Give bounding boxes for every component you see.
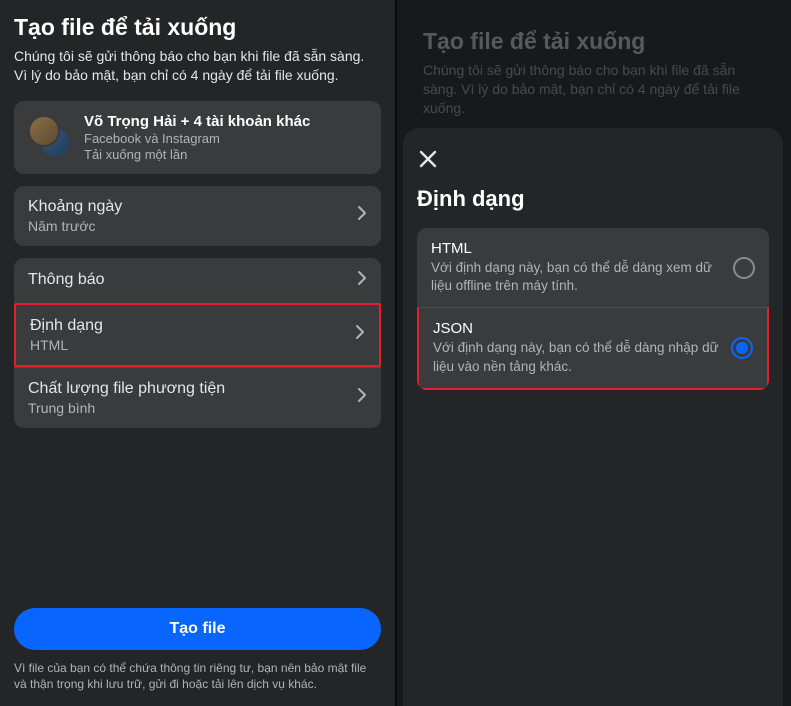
radio-unselected-icon[interactable] <box>733 257 755 279</box>
accounts-download-type: Tải xuống một lần <box>84 147 367 162</box>
bg-subtitle: Chúng tôi sẽ gửi thông báo cho bạn khi f… <box>423 61 763 118</box>
option-html-desc: Với định dạng này, bạn có thể dễ dàng xe… <box>431 259 721 295</box>
bottom-area: Tạo file Vì file của bạn có thể chứa thô… <box>14 608 381 692</box>
avatar-stack <box>28 115 72 159</box>
notification-label: Thông báo <box>28 271 347 289</box>
create-file-button[interactable]: Tạo file <box>14 608 381 650</box>
accounts-platforms: Facebook và Instagram <box>84 131 367 146</box>
format-option-html[interactable]: HTML Với định dạng này, bạn có thể dễ dà… <box>417 228 769 307</box>
chevron-right-icon <box>357 270 367 291</box>
settings-group: Thông báo Định dạng HTML Chất lượng file… <box>14 258 381 428</box>
format-label: Định dạng <box>30 317 345 335</box>
format-options: HTML Với định dạng này, bạn có thể dễ dà… <box>417 228 769 390</box>
media-quality-label: Chất lượng file phương tiện <box>28 380 347 398</box>
accounts-card[interactable]: Võ Trọng Hải + 4 tài khoản khác Facebook… <box>14 101 381 174</box>
date-range-label: Khoảng ngày <box>28 198 347 216</box>
media-quality-value: Trung bình <box>28 400 347 416</box>
close-icon[interactable] <box>417 148 439 170</box>
date-range-value: Năm trước <box>28 218 347 234</box>
format-option-json[interactable]: JSON Với định dạng này, bạn có thể dễ dà… <box>417 307 769 389</box>
bg-title: Tạo file để tải xuống <box>423 28 763 55</box>
create-download-screen: Tạo file để tải xuống Chúng tôi sẽ gửi t… <box>0 0 395 706</box>
format-value: HTML <box>30 337 345 353</box>
media-quality-row[interactable]: Chất lượng file phương tiện Trung bình <box>14 367 381 428</box>
dimmed-background: Tạo file để tải xuống Chúng tôi sẽ gửi t… <box>409 14 777 118</box>
format-row[interactable]: Định dạng HTML <box>14 303 381 367</box>
accounts-title: Võ Trọng Hải + 4 tài khoản khác <box>84 113 367 130</box>
footer-disclaimer: Vì file của bạn có thể chứa thông tin ri… <box>14 660 381 692</box>
format-bottom-sheet: Định dạng HTML Với định dạng này, bạn có… <box>403 128 783 706</box>
chevron-right-icon <box>357 205 367 226</box>
option-json-title: JSON <box>433 320 719 337</box>
panel-divider <box>395 0 397 706</box>
format-selection-screen: Tạo file để tải xuống Chúng tôi sẽ gửi t… <box>395 0 791 706</box>
page-subtitle: Chúng tôi sẽ gửi thông báo cho bạn khi f… <box>14 47 381 85</box>
chevron-right-icon <box>357 387 367 408</box>
date-range-row[interactable]: Khoảng ngày Năm trước <box>14 186 381 246</box>
radio-selected-icon[interactable] <box>731 337 753 359</box>
sheet-title: Định dạng <box>417 186 769 212</box>
notification-row[interactable]: Thông báo <box>14 258 381 303</box>
chevron-right-icon <box>355 324 365 345</box>
option-json-desc: Với định dạng này, bạn có thể dễ dàng nh… <box>433 339 719 375</box>
page-title: Tạo file để tải xuống <box>14 14 381 41</box>
option-html-title: HTML <box>431 240 721 257</box>
